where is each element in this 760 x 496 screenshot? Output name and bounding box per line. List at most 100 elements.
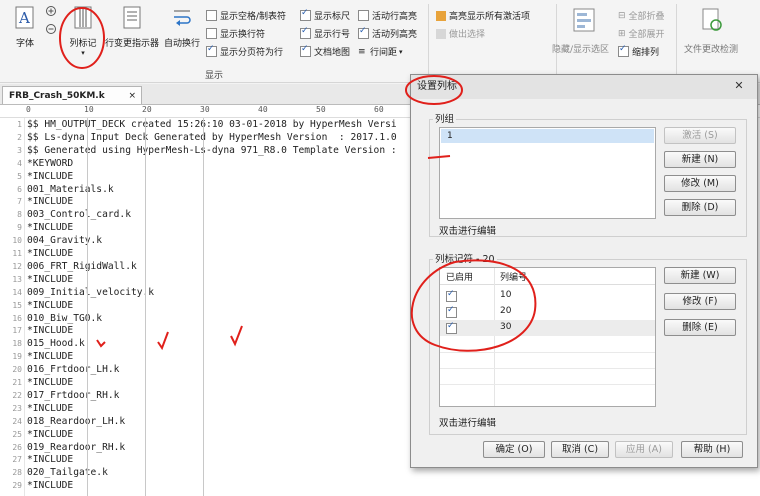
- check-document-map[interactable]: 文档地图: [300, 44, 350, 58]
- column-group-list[interactable]: 1: [439, 127, 656, 219]
- table-row[interactable]: 30: [440, 320, 655, 336]
- code-line[interactable]: 27 *INCLUDE: [0, 453, 73, 466]
- checkbox[interactable]: [206, 28, 217, 39]
- code-line[interactable]: 8 003_Control_card.k: [0, 208, 131, 221]
- close-tab-icon[interactable]: ×: [128, 87, 136, 105]
- zoom-icons[interactable]: [45, 5, 59, 39]
- delete-marker-button[interactable]: 删除 (E): [664, 319, 736, 336]
- table-row[interactable]: 10: [440, 288, 655, 304]
- dropdown-arrow-icon[interactable]: ▾: [62, 49, 104, 57]
- file-compare-icon[interactable]: [700, 8, 724, 32]
- set-column-markers-dialog: 设置列标 ✕ 列组 1 双击进行编辑 激活 (S) 新建 (N) 修改 (M) …: [410, 74, 758, 468]
- check-show-pagebreak[interactable]: 显示分页符为行: [206, 44, 283, 58]
- column-marker-button[interactable]: 列标记 ▾: [62, 6, 104, 57]
- make-selection-button[interactable]: 做出选择: [436, 27, 485, 40]
- modify-marker-button[interactable]: 修改 (F): [664, 293, 736, 310]
- expand-all-button[interactable]: ⊞ 全部展开: [618, 27, 665, 41]
- separator: [556, 4, 557, 76]
- line-change-icon: [123, 6, 141, 29]
- code-line[interactable]: 7 *INCLUDE: [0, 195, 73, 208]
- hide-show-icon[interactable]: [573, 8, 595, 32]
- list-item[interactable]: 1: [441, 129, 654, 143]
- help-button[interactable]: 帮助 (H): [681, 441, 743, 458]
- code-line[interactable]: 11 *INCLUDE: [0, 247, 73, 260]
- ruler-tick: 30: [200, 105, 210, 114]
- code-line[interactable]: 13 *INCLUDE: [0, 273, 73, 286]
- enabled-checkbox[interactable]: [446, 305, 457, 318]
- checkbox[interactable]: [206, 10, 217, 21]
- line-number: 2: [17, 132, 22, 142]
- code-line[interactable]: 20 016_Frtdoor_LH.k: [0, 363, 119, 376]
- check-active-line-highlight[interactable]: 活动行高亮: [358, 9, 417, 22]
- code-line[interactable]: 19 *INCLUDE: [0, 350, 73, 363]
- code-line[interactable]: 17 *INCLUDE: [0, 324, 73, 337]
- line-number: 15: [12, 300, 22, 310]
- checkbox[interactable]: [300, 8, 311, 21]
- code-line[interactable]: 9 *INCLUDE: [0, 221, 73, 234]
- modify-group-button[interactable]: 修改 (M): [664, 175, 736, 192]
- code-line[interactable]: 1 $$ HM_OUTPUT_DECK created 15:26:10 03-0…: [0, 118, 397, 131]
- checkbox[interactable]: [358, 26, 369, 39]
- collapse-all-button[interactable]: ⊟ 全部折叠: [618, 9, 665, 23]
- code-line[interactable]: 5 *INCLUDE: [0, 170, 73, 183]
- dialog-title-bar[interactable]: 设置列标 ✕: [411, 75, 757, 99]
- code-line[interactable]: 4 *KEYWORD: [0, 157, 73, 170]
- code-line[interactable]: 22 017_Frtdoor_RH.k: [0, 389, 119, 402]
- line-number: 12: [12, 261, 22, 271]
- checkbox[interactable]: [206, 44, 217, 57]
- check-indent[interactable]: 缩排列: [618, 44, 659, 58]
- new-marker-button[interactable]: 新建 (W): [664, 267, 736, 284]
- checkbox[interactable]: [618, 44, 629, 57]
- code-line[interactable]: 15 *INCLUDE: [0, 299, 73, 312]
- code-line[interactable]: 21 *INCLUDE: [0, 376, 73, 389]
- delete-group-button[interactable]: 删除 (D): [664, 199, 736, 216]
- code-line[interactable]: 28 020_Tailgate.k: [0, 466, 108, 479]
- highlight-all-button[interactable]: 高亮显示所有激活项: [436, 9, 530, 22]
- line-text: *INCLUDE: [27, 196, 74, 208]
- check-show-whitespace[interactable]: 显示空格/制表符: [206, 9, 286, 22]
- line-change-indicator-button[interactable]: 行变更指示器: [103, 6, 161, 49]
- apply-button[interactable]: 应用 (A): [615, 441, 673, 458]
- font-button[interactable]: A 字体: [8, 6, 42, 49]
- check-active-column-highlight[interactable]: 活动列高亮: [358, 26, 417, 40]
- checkbox[interactable]: [300, 26, 311, 39]
- table-row[interactable]: 20: [440, 304, 655, 320]
- code-line[interactable]: 2 $$ Ls-dyna Input Deck Generated by Hype…: [0, 131, 397, 144]
- close-icon[interactable]: ✕: [725, 79, 753, 94]
- line-number: 20: [12, 365, 22, 375]
- code-line[interactable]: 12 006_FRT_RigidWall.k: [0, 260, 136, 273]
- activate-button[interactable]: 激活 (S): [664, 127, 736, 144]
- separator: [676, 4, 677, 76]
- enabled-checkbox[interactable]: [446, 289, 457, 302]
- checkbox[interactable]: [300, 44, 311, 57]
- group2-hint: 双击进行编辑: [439, 418, 497, 429]
- code-line[interactable]: 24 018_Reardoor_LH.k: [0, 415, 125, 428]
- code-line[interactable]: 6 001_Materials.k: [0, 183, 113, 196]
- cancel-button[interactable]: 取消 (C): [551, 441, 609, 458]
- auto-wrap-button[interactable]: 自动换行: [162, 6, 202, 49]
- column-markers-table[interactable]: 已启用 列编号 10 20 30: [439, 267, 656, 407]
- check-show-line-number[interactable]: 显示行号: [300, 26, 350, 40]
- check-show-newline[interactable]: 显示换行符: [206, 27, 265, 40]
- code-line[interactable]: 29 *INCLUDE: [0, 479, 73, 492]
- document-tab[interactable]: FRB_Crash_50KM.k ×: [2, 86, 142, 104]
- ok-button[interactable]: 确定 (O): [483, 441, 545, 458]
- code-line[interactable]: 26 019_Reardoor_RH.k: [0, 441, 125, 454]
- code-line[interactable]: 25 *INCLUDE: [0, 428, 73, 441]
- line-spacing-dropdown[interactable]: ≡ 行间距 ▾: [358, 45, 403, 58]
- check-show-ruler[interactable]: 显示标尺: [300, 8, 350, 22]
- line-number: 19: [12, 352, 22, 362]
- enabled-checkbox[interactable]: [446, 321, 457, 334]
- code-line[interactable]: 14 009_Initial_velocity.k: [0, 286, 154, 299]
- checkbox[interactable]: [358, 10, 369, 21]
- code-line[interactable]: 23 *INCLUDE: [0, 402, 73, 415]
- new-group-button[interactable]: 新建 (N): [664, 151, 736, 168]
- expand-icon: ⊞: [618, 28, 626, 39]
- check-label: 显示空格/制表符: [220, 12, 287, 22]
- code-line[interactable]: 3 $$ Generated using HyperMesh-Ls-dyna 97…: [0, 144, 397, 157]
- row-divider: [440, 352, 655, 353]
- file-compare-button[interactable]: 文件更改检测: [684, 42, 738, 55]
- code-line[interactable]: 18 015_Hood.k: [0, 337, 84, 350]
- font-icon: A: [15, 6, 34, 29]
- hide-show-selection-button[interactable]: 隐藏/显示选区: [552, 42, 609, 55]
